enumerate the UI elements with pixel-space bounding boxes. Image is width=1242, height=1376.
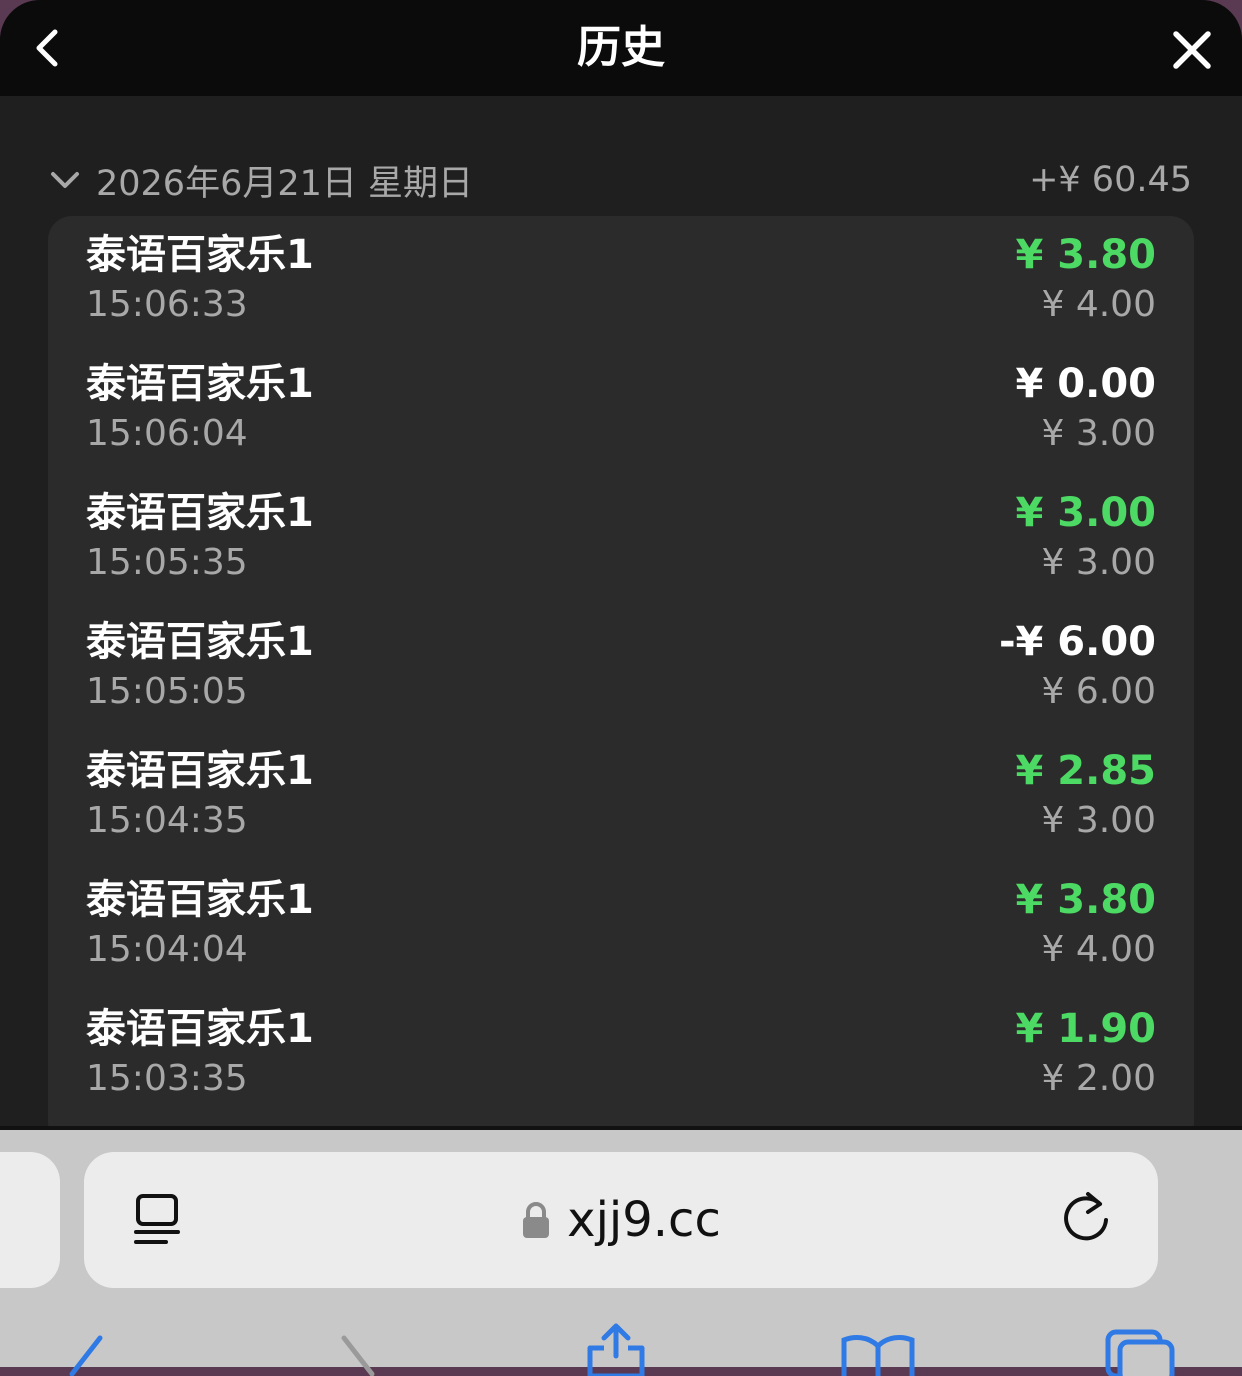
record-time: 15:04:04 <box>86 929 248 970</box>
list-item[interactable]: 泰语百家乐1 15:06:04 ¥ 0.00 ¥ 3.00 <box>48 345 1194 474</box>
record-time: 15:06:33 <box>86 284 248 325</box>
win-amount: ¥ 1.90 <box>1015 1006 1156 1052</box>
back-arrow-icon[interactable] <box>60 1316 140 1376</box>
game-name: 泰语百家乐1 <box>86 748 314 794</box>
url-display[interactable]: xjj9.cc <box>84 1186 1158 1254</box>
modal-header: 历史 <box>0 0 1242 96</box>
page-title: 历史 <box>577 22 665 73</box>
record-time: 15:05:35 <box>86 542 248 583</box>
lock-icon <box>523 1202 550 1238</box>
bookmarks-icon[interactable] <box>838 1316 918 1376</box>
list-item[interactable]: 泰语百家乐1 15:04:35 ¥ 2.85 ¥ 3.00 <box>48 732 1194 861</box>
game-name: 泰语百家乐1 <box>86 1006 314 1052</box>
bet-amount: ¥ 4.00 <box>1041 284 1156 325</box>
group-total: +¥ 60.45 <box>1029 160 1192 200</box>
history-modal: 历史 2026年6月21日 星期日 +¥ 60.45 泰语百家乐1 15:06:… <box>0 0 1242 1130</box>
list-item[interactable]: 泰语百家乐1 15:03:35 ¥ 1.90 ¥ 2.00 <box>48 990 1194 1119</box>
date-group-header[interactable]: 2026年6月21日 星期日 +¥ 60.45 <box>50 152 1192 208</box>
list-item[interactable]: 泰语百家乐1 15:05:35 ¥ 3.00 ¥ 3.00 <box>48 474 1194 603</box>
win-amount: ¥ 3.00 <box>1015 490 1156 536</box>
records-list: 泰语百家乐1 15:06:33 ¥ 3.80 ¥ 4.00 泰语百家乐1 15:… <box>48 216 1194 1130</box>
bet-amount: ¥ 3.00 <box>1041 542 1156 583</box>
win-amount: -¥ 6.00 <box>998 619 1156 665</box>
win-amount: ¥ 0.00 <box>1015 361 1156 407</box>
list-item[interactable]: 泰语百家乐1 15:05:05 -¥ 6.00 ¥ 6.00 <box>48 603 1194 732</box>
bet-amount: ¥ 3.00 <box>1041 800 1156 841</box>
game-name: 泰语百家乐1 <box>86 490 314 536</box>
record-time: 15:03:35 <box>86 1058 248 1099</box>
record-time: 15:06:04 <box>86 413 248 454</box>
group-date: 2026年6月21日 星期日 <box>96 163 474 204</box>
reload-button[interactable] <box>1054 1186 1118 1250</box>
bet-amount: ¥ 3.00 <box>1041 413 1156 454</box>
address-bar[interactable]: xjj9.cc <box>84 1152 1158 1288</box>
share-icon[interactable] <box>576 1316 656 1376</box>
win-amount: ¥ 3.80 <box>1015 232 1156 278</box>
url-text: xjj9.cc <box>567 1192 721 1248</box>
game-name: 泰语百家乐1 <box>86 877 314 923</box>
list-item[interactable]: 泰语百家乐1 15:06:33 ¥ 3.80 ¥ 4.00 <box>48 216 1194 345</box>
close-button[interactable] <box>1164 22 1220 78</box>
record-time: 15:05:05 <box>86 671 248 712</box>
bet-amount: ¥ 4.00 <box>1041 929 1156 970</box>
game-name: 泰语百家乐1 <box>86 619 314 665</box>
bet-amount: ¥ 6.00 <box>1041 671 1156 712</box>
game-name: 泰语百家乐1 <box>86 361 314 407</box>
close-icon <box>1173 31 1211 69</box>
win-amount: ¥ 2.85 <box>1015 748 1156 794</box>
list-item[interactable]: 泰语百家乐1 15:04:04 ¥ 3.80 ¥ 4.00 <box>48 861 1194 990</box>
record-time: 15:04:35 <box>86 800 248 841</box>
bet-amount: ¥ 2.00 <box>1041 1058 1156 1099</box>
reload-icon <box>1064 1192 1108 1241</box>
forward-arrow-icon[interactable] <box>320 1316 400 1376</box>
previous-tab-peek[interactable] <box>0 1152 60 1288</box>
game-name: 泰语百家乐1 <box>86 232 314 278</box>
chevron-down-icon <box>50 164 82 196</box>
tabs-icon[interactable] <box>1100 1316 1180 1376</box>
win-amount: ¥ 3.80 <box>1015 877 1156 923</box>
